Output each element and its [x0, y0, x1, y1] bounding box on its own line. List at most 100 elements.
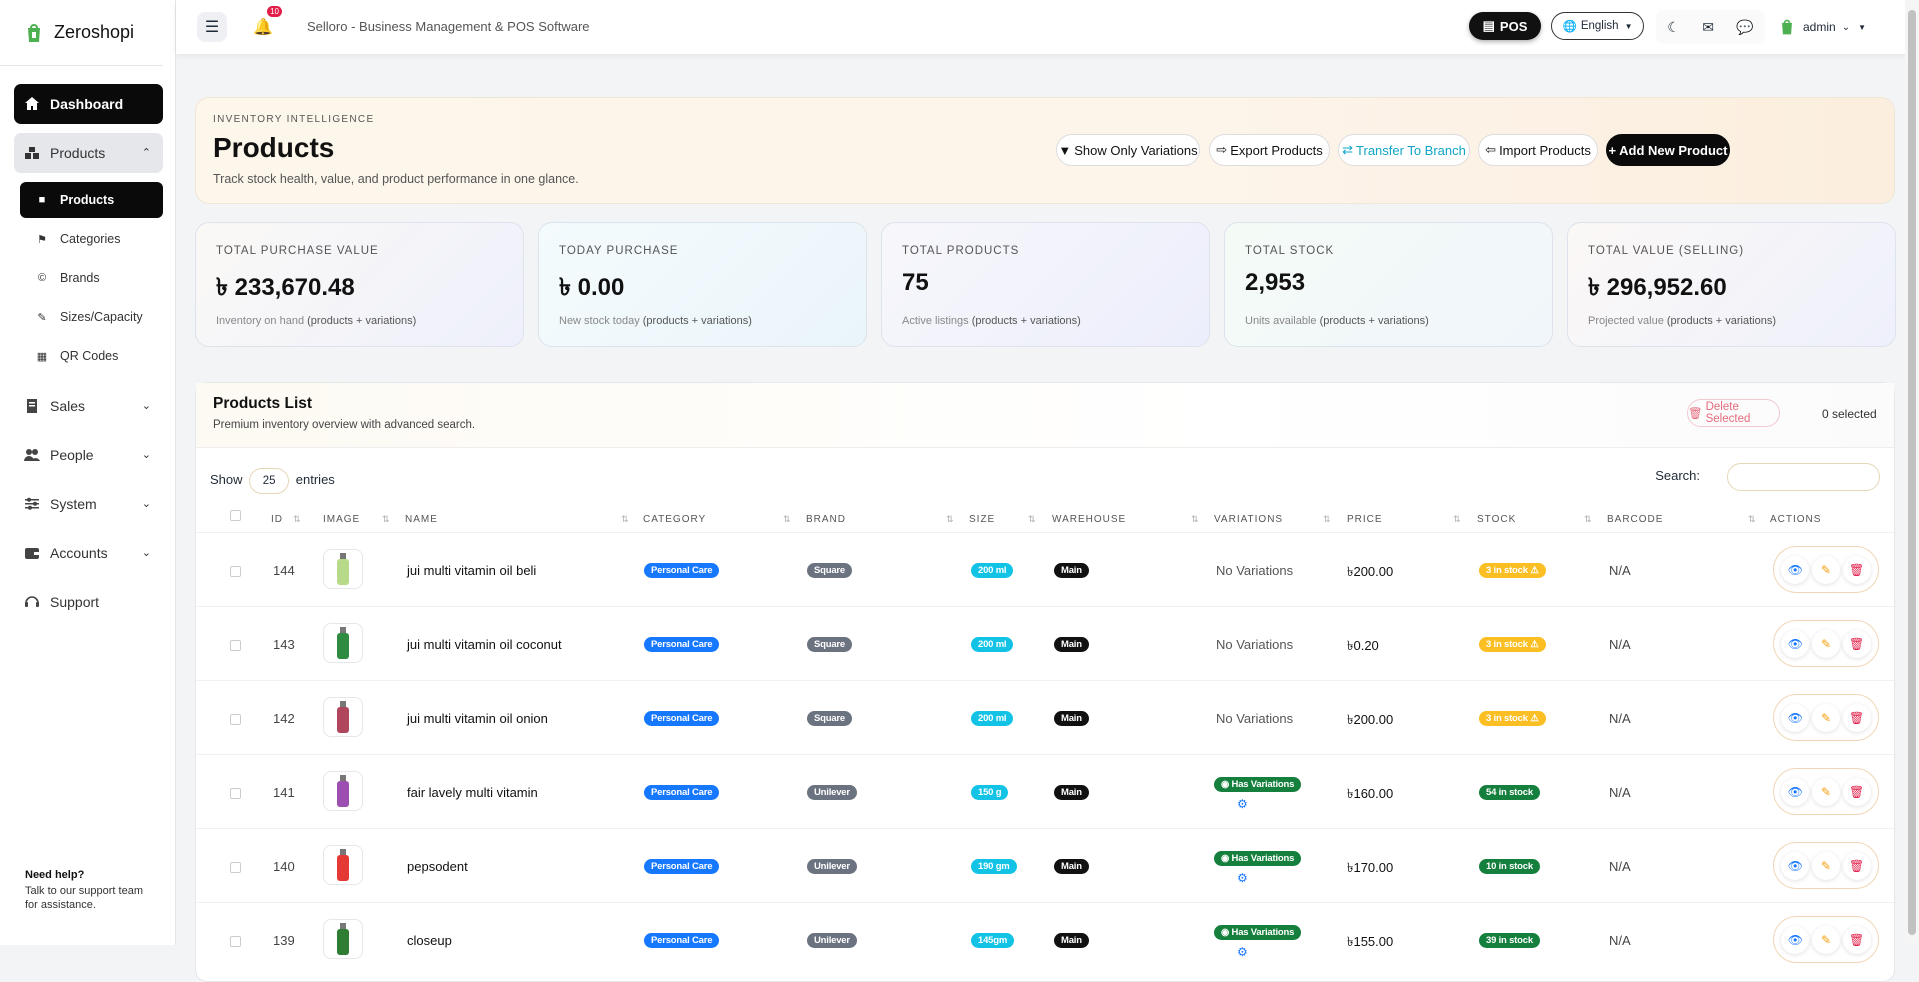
product-name[interactable]: pepsodent	[407, 859, 468, 874]
sidebar-item-sales[interactable]: Sales ⌄	[14, 386, 163, 426]
brand[interactable]: Zeroshopi	[0, 0, 163, 66]
column-header-name[interactable]: NAME	[405, 514, 438, 525]
row-checkbox[interactable]	[230, 936, 241, 947]
column-header-warehouse[interactable]: WAREHOUSE	[1052, 514, 1126, 525]
delete-icon[interactable]: 🗑	[1842, 777, 1871, 806]
product-image[interactable]	[323, 919, 363, 959]
edit-icon[interactable]: ✎	[1811, 703, 1840, 732]
stat-sub-note: (products + variations)	[971, 315, 1081, 327]
product-image[interactable]	[323, 697, 363, 737]
sidebar-item-products[interactable]: Products ⌃	[14, 133, 163, 173]
column-header-id[interactable]: ID	[271, 514, 283, 525]
product-id: 143	[273, 637, 295, 652]
sidebar-subitem-label: Sizes/Capacity	[60, 310, 143, 324]
sidebar-item-dashboard[interactable]: Dashboard	[14, 84, 163, 124]
view-icon[interactable]: 👁	[1781, 925, 1810, 954]
edit-icon[interactable]: ✎	[1811, 925, 1840, 954]
search-input[interactable]	[1727, 463, 1880, 491]
show-only-variations-button[interactable]: ▼ Show Only Variations	[1056, 134, 1200, 166]
product-name[interactable]: closeup	[407, 933, 452, 948]
view-icon[interactable]: 👁	[1781, 555, 1810, 584]
column-header-category[interactable]: CATEGORY	[643, 514, 706, 525]
cog-icon[interactable]: ⚙	[1237, 797, 1248, 811]
view-icon[interactable]: 👁	[1781, 851, 1810, 880]
column-header-brand[interactable]: BRAND	[806, 514, 846, 525]
export-products-button[interactable]: ⇨ Export Products	[1209, 134, 1330, 166]
product-name[interactable]: fair lavely multi vitamin	[407, 785, 538, 800]
page-size-select[interactable]: 25	[249, 468, 290, 494]
column-header-image[interactable]: IMAGE	[323, 514, 360, 525]
edit-icon[interactable]: ✎	[1811, 629, 1840, 658]
row-checkbox[interactable]	[230, 788, 241, 799]
transfer-to-branch-button[interactable]: ⇄ Transfer To Branch	[1338, 134, 1470, 166]
stat-sub: Active listings (products + variations)	[902, 315, 1081, 327]
row-checkbox[interactable]	[230, 566, 241, 577]
view-icon[interactable]: 👁	[1781, 629, 1810, 658]
notifications-button[interactable]: 🔔 10	[248, 6, 282, 42]
column-header-stock[interactable]: STOCK	[1477, 514, 1516, 525]
view-icon[interactable]: 👁	[1781, 703, 1810, 732]
sidebar-subitem-categories[interactable]: ⚑ Categories	[20, 221, 163, 257]
product-image[interactable]	[323, 771, 363, 811]
column-header-variations[interactable]: VARIATIONS	[1214, 514, 1283, 525]
column-header-barcode[interactable]: BARCODE	[1607, 514, 1663, 525]
product-bottle-icon	[337, 553, 349, 585]
edit-icon[interactable]: ✎	[1811, 555, 1840, 584]
brand-badge: Unilever	[807, 859, 857, 874]
sidebar-subitem-qrcodes[interactable]: ▦ QR Codes	[20, 338, 163, 374]
column-header-price[interactable]: PRICE	[1347, 514, 1383, 525]
sidebar-subitem-products[interactable]: ■ Products	[20, 182, 163, 218]
edit-icon[interactable]: ✎	[1811, 777, 1840, 806]
delete-icon[interactable]: 🗑	[1842, 851, 1871, 880]
exchange-icon: ⇄	[1342, 142, 1354, 157]
delete-icon[interactable]: 🗑	[1842, 925, 1871, 954]
scrollbar-thumb[interactable]	[1908, 10, 1916, 935]
product-image[interactable]	[323, 845, 363, 885]
language-select[interactable]: 🌐 English ▼	[1551, 12, 1644, 40]
row-checkbox[interactable]	[230, 640, 241, 651]
column-header-size[interactable]: SIZE	[969, 514, 995, 525]
moon-icon[interactable]: ☾	[1667, 19, 1680, 36]
variations-text: No Variations	[1216, 563, 1294, 578]
user-menu[interactable]: admin ⌄ ▼	[1780, 10, 1866, 44]
sidebar-item-label: Dashboard	[50, 96, 124, 112]
product-name[interactable]: jui multi vitamin oil beli	[407, 563, 536, 578]
chat-icon[interactable]: 💬	[1736, 19, 1753, 36]
sidebar-subitem-sizes[interactable]: ✎ Sizes/Capacity	[20, 299, 163, 335]
delete-icon[interactable]: 🗑	[1842, 555, 1871, 584]
warning-icon: ⚠	[1530, 713, 1539, 724]
language-label: English	[1580, 20, 1619, 32]
product-name[interactable]: jui multi vitamin oil onion	[407, 711, 548, 726]
sidebar-item-support[interactable]: Support	[14, 582, 163, 622]
stat-label: TODAY PURCHASE	[559, 245, 679, 257]
edit-icon[interactable]: ✎	[1811, 851, 1840, 880]
add-new-product-button[interactable]: + Add New Product	[1606, 134, 1730, 166]
sidebar-item-people[interactable]: People ⌄	[14, 435, 163, 475]
page-scrollbar[interactable]	[1905, 0, 1919, 945]
product-image[interactable]	[323, 623, 363, 663]
mail-icon[interactable]: ✉	[1702, 19, 1714, 36]
menu-toggle-button[interactable]: ☰	[197, 12, 227, 42]
pos-button[interactable]: ▤ POS	[1469, 12, 1541, 40]
view-icon[interactable]: 👁	[1781, 777, 1810, 806]
cog-icon[interactable]: ⚙	[1237, 945, 1248, 959]
delete-icon[interactable]: 🗑	[1842, 629, 1871, 658]
has-variations-badge[interactable]: ◉ Has Variations	[1214, 777, 1302, 792]
stock-label: 3 in stock	[1486, 565, 1528, 576]
select-all-checkbox[interactable]	[230, 510, 241, 521]
row-checkbox[interactable]	[230, 714, 241, 725]
cog-icon[interactable]: ⚙	[1237, 871, 1248, 885]
sidebar-item-system[interactable]: System ⌄	[14, 484, 163, 524]
delete-selected-button[interactable]: 🗑 Delete Selected	[1687, 399, 1780, 427]
delete-icon[interactable]: 🗑	[1842, 703, 1871, 732]
has-variations-badge[interactable]: ◉ Has Variations	[1214, 925, 1302, 940]
sidebar-item-label: Accounts	[50, 545, 108, 561]
product-image[interactable]	[323, 549, 363, 589]
row-checkbox[interactable]	[230, 862, 241, 873]
sidebar-subitem-brands[interactable]: © Brands	[20, 260, 163, 296]
product-name[interactable]: jui multi vitamin oil coconut	[407, 637, 562, 652]
sort-icon: ⇅	[1191, 514, 1200, 524]
sidebar-item-accounts[interactable]: Accounts ⌄	[14, 533, 163, 573]
has-variations-badge[interactable]: ◉ Has Variations	[1214, 851, 1302, 866]
import-products-button[interactable]: ⇦ Import Products	[1478, 134, 1598, 166]
